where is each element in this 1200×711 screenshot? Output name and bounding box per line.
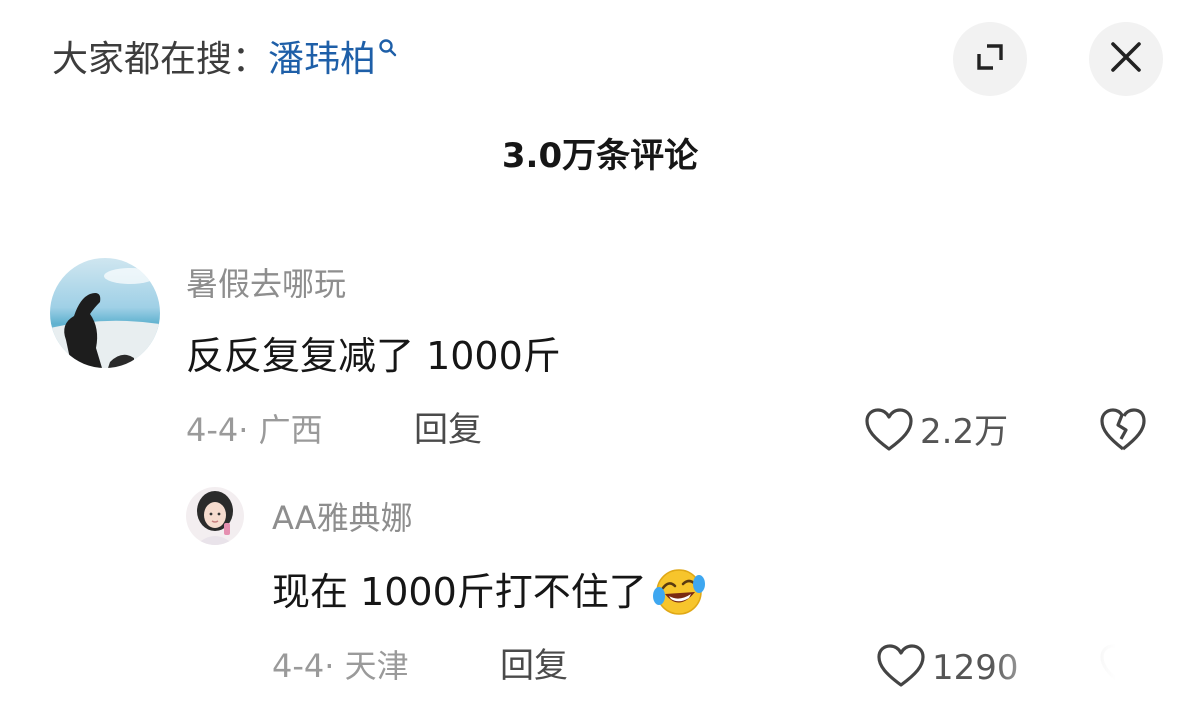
search-term-link[interactable]: 潘玮柏 xyxy=(268,39,376,80)
trending-search-hint[interactable]: 大家都在搜：潘玮柏 xyxy=(52,34,400,86)
expand-button[interactable] xyxy=(953,22,1027,96)
username[interactable]: AA雅典娜 xyxy=(272,496,413,540)
search-prefix: 大家都在搜： xyxy=(52,39,269,80)
reply-button[interactable]: 回复 xyxy=(500,644,568,688)
reply-button[interactable]: 回复 xyxy=(414,408,482,452)
reply-text: 现在 1000斤打不住了 xyxy=(272,566,707,618)
avatar[interactable] xyxy=(186,487,244,545)
close-button[interactable] xyxy=(1089,22,1163,96)
heart-icon xyxy=(876,644,926,692)
close-icon xyxy=(1109,40,1143,78)
comment-text: 反反复复减了 1000斤 xyxy=(186,334,561,378)
dislike-button[interactable] xyxy=(1099,408,1147,456)
like-button[interactable]: 2.2万 xyxy=(864,408,1008,456)
comment-count-title: 3.0万条评论 xyxy=(501,136,699,176)
reply-text-content: 现在 1000斤打不住了 xyxy=(272,570,647,614)
top-bar: 大家都在搜：潘玮柏 xyxy=(0,0,1200,120)
heart-icon xyxy=(864,408,914,456)
expand-icon xyxy=(973,40,1007,78)
watermark-overlay xyxy=(990,640,1200,711)
reply-meta: 4-4· 天津 xyxy=(272,647,409,685)
avatar[interactable] xyxy=(50,258,160,368)
broken-heart-icon xyxy=(1099,408,1147,456)
rolling-laughing-emoji-icon xyxy=(651,566,707,618)
comment-meta: 4-4· 广西 xyxy=(186,411,323,449)
search-icon[interactable] xyxy=(378,34,400,64)
username[interactable]: 暑假去哪玩 xyxy=(186,262,346,306)
like-count: 2.2万 xyxy=(920,412,1009,452)
